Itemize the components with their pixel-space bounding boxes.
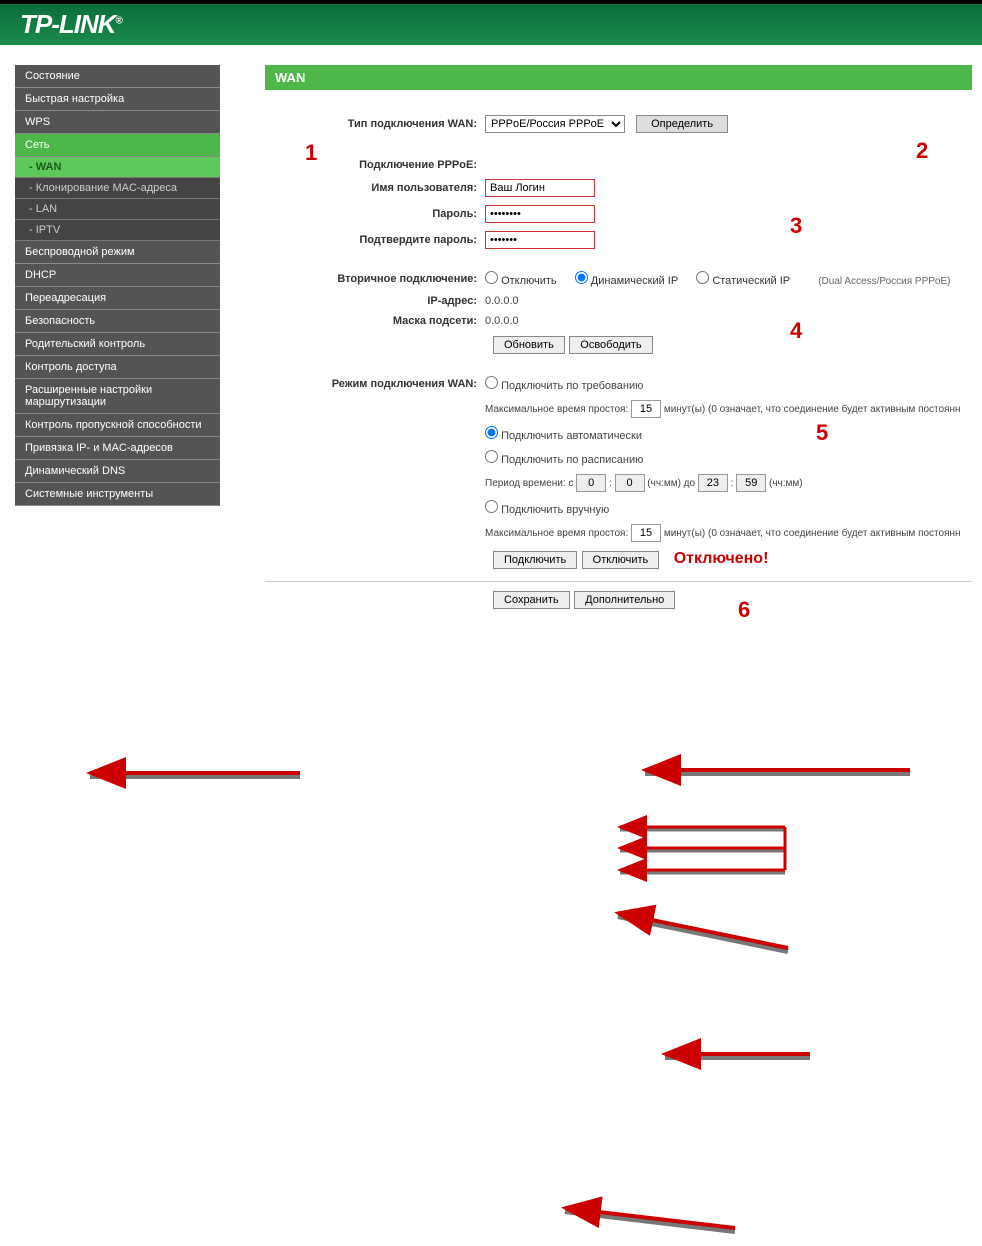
nav-wps[interactable]: WPS bbox=[15, 111, 220, 134]
label-wan-type: Тип подключения WAN: bbox=[265, 118, 485, 130]
value-subnet-mask: 0.0.0.0 bbox=[485, 315, 972, 327]
idle-time-2[interactable] bbox=[631, 524, 661, 542]
nav-adv-routing[interactable]: Расширенные настройки маршрутизации bbox=[15, 379, 220, 414]
annotation-arrows bbox=[0, 623, 982, 1246]
time-to-hh[interactable] bbox=[698, 474, 728, 492]
label-password: Пароль: bbox=[265, 208, 485, 220]
time-from-hh[interactable] bbox=[576, 474, 606, 492]
radio-dynamic-ip[interactable] bbox=[575, 271, 588, 284]
annotation-1: 1 bbox=[305, 140, 317, 166]
label-pppoe-conn: Подключение PPPoE: bbox=[265, 159, 485, 171]
nav-security[interactable]: Безопасность bbox=[15, 310, 220, 333]
password-input[interactable] bbox=[485, 205, 595, 223]
time-to-mm[interactable] bbox=[736, 474, 766, 492]
status-disconnected: Отключено! bbox=[674, 550, 769, 567]
radio-manual[interactable] bbox=[485, 500, 498, 513]
nav-parental[interactable]: Родительский контроль bbox=[15, 333, 220, 356]
confirm-password-input[interactable] bbox=[485, 231, 595, 249]
label-username: Имя пользователя: bbox=[265, 182, 485, 194]
value-ip-addr: 0.0.0.0 bbox=[485, 295, 972, 307]
radio-on-demand[interactable] bbox=[485, 376, 498, 389]
radio-static-ip[interactable] bbox=[696, 271, 709, 284]
username-input[interactable] bbox=[485, 179, 595, 197]
annotation-6: 6 bbox=[738, 597, 750, 623]
nav-ddns[interactable]: Динамический DNS bbox=[15, 460, 220, 483]
nav-lan[interactable]: - LAN bbox=[15, 199, 220, 220]
nav-wireless[interactable]: Беспроводной режим bbox=[15, 241, 220, 264]
wan-type-select[interactable]: PPPoE/Россия PPPoE bbox=[485, 115, 625, 133]
annotation-4: 4 bbox=[790, 318, 802, 344]
logo: TP-LINK® bbox=[20, 9, 122, 40]
idle-time-1[interactable] bbox=[631, 400, 661, 418]
detect-button[interactable]: Определить bbox=[636, 115, 728, 133]
label-ip-addr: IP-адрес: bbox=[265, 295, 485, 307]
refresh-button[interactable]: Обновить bbox=[493, 336, 565, 354]
release-button[interactable]: Освободить bbox=[569, 336, 652, 354]
nav-ipmac[interactable]: Привязка IP- и MAC-адресов bbox=[15, 437, 220, 460]
nav-network[interactable]: Сеть bbox=[15, 134, 220, 157]
radio-auto[interactable] bbox=[485, 426, 498, 439]
nav-iptv[interactable]: - IPTV bbox=[15, 220, 220, 241]
radio-scheduled[interactable] bbox=[485, 450, 498, 463]
nav-forwarding[interactable]: Переадресация bbox=[15, 287, 220, 310]
save-button[interactable]: Сохранить bbox=[493, 591, 570, 609]
nav-wan[interactable]: - WAN bbox=[15, 157, 220, 178]
label-confirm-password: Подтвердите пароль: bbox=[265, 234, 485, 246]
connect-button[interactable]: Подключить bbox=[493, 551, 577, 569]
sidebar: Состояние Быстрая настройка WPS Сеть - W… bbox=[0, 65, 220, 623]
annotation-3: 3 bbox=[790, 213, 802, 239]
page-title: WAN bbox=[265, 65, 972, 90]
advanced-button[interactable]: Дополнительно bbox=[574, 591, 675, 609]
radio-disable[interactable] bbox=[485, 271, 498, 284]
label-wan-mode: Режим подключения WAN: bbox=[265, 378, 485, 390]
nav-mac-clone[interactable]: - Клонирование MAC-адреса bbox=[15, 178, 220, 199]
nav-access[interactable]: Контроль доступа bbox=[15, 356, 220, 379]
label-subnet-mask: Маска подсети: bbox=[265, 315, 485, 327]
disconnect-button[interactable]: Отключить bbox=[582, 551, 660, 569]
time-from-mm[interactable] bbox=[615, 474, 645, 492]
label-secondary-conn: Вторичное подключение: bbox=[265, 273, 485, 285]
content-area: WAN Тип подключения WAN: PPPoE/Россия PP… bbox=[220, 65, 982, 623]
app-header: TP-LINK® bbox=[0, 0, 982, 45]
nav-systools[interactable]: Системные инструменты bbox=[15, 483, 220, 506]
nav-quick-setup[interactable]: Быстрая настройка bbox=[15, 88, 220, 111]
nav-dhcp[interactable]: DHCP bbox=[15, 264, 220, 287]
annotation-5: 5 bbox=[816, 420, 828, 446]
nav-status[interactable]: Состояние bbox=[15, 65, 220, 88]
annotation-2: 2 bbox=[916, 138, 928, 164]
nav-bandwidth[interactable]: Контроль пропускной способности bbox=[15, 414, 220, 437]
